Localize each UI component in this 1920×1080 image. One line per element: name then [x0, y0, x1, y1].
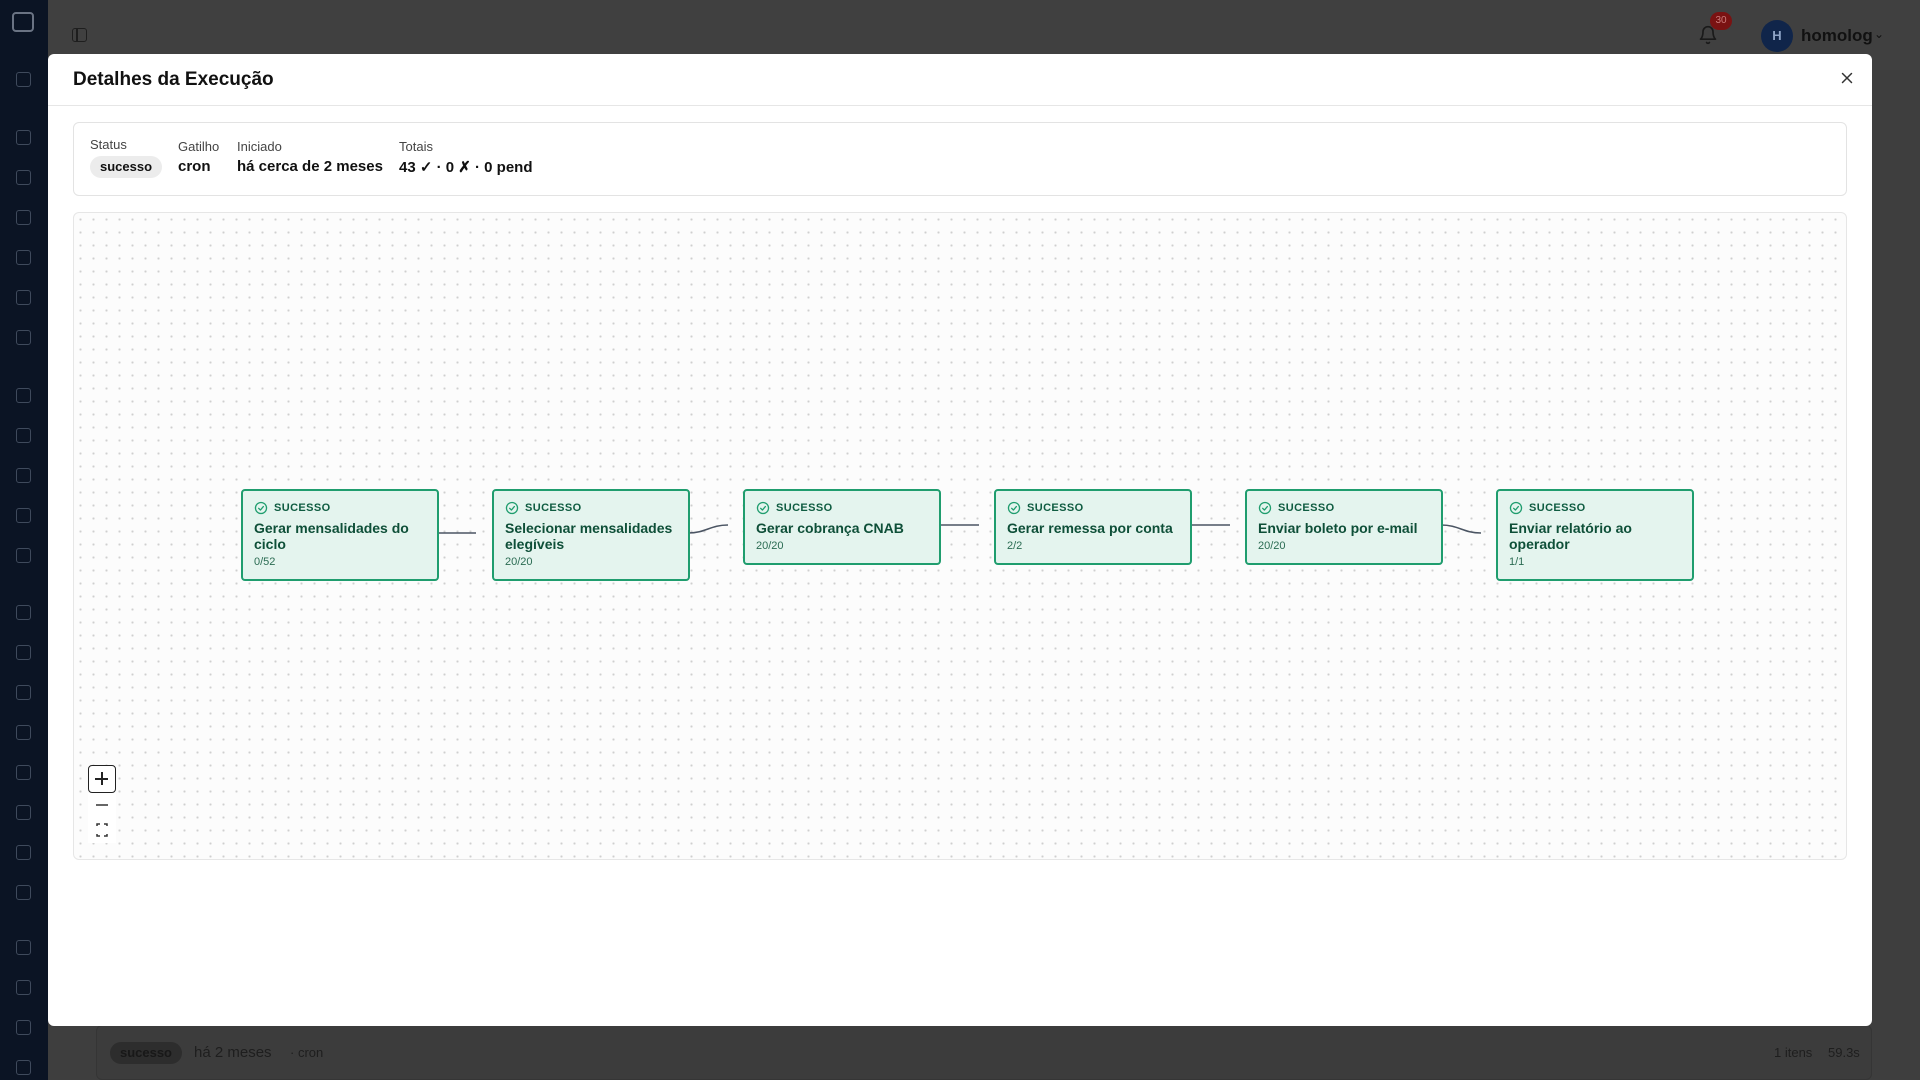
status-field: Status sucesso — [90, 137, 163, 178]
trigger-label: Gatilho — [178, 139, 220, 154]
node-status: SUCESSO — [1278, 502, 1335, 514]
workflow-node[interactable]: SUCESSO Enviar relatório ao operador 1/1 — [1496, 489, 1694, 581]
chevron-down-icon[interactable]: ⌄ — [1874, 27, 1884, 41]
document-icon[interactable] — [16, 508, 31, 523]
modal-title: Detalhes da Execução — [73, 69, 274, 90]
avatar[interactable]: H — [1761, 20, 1793, 52]
node-status: SUCESSO — [776, 502, 833, 514]
node-status: SUCESSO — [1027, 502, 1084, 514]
check-circle-icon — [1007, 501, 1021, 515]
nav-item-icon[interactable] — [16, 330, 31, 345]
wrench-icon[interactable] — [16, 685, 31, 700]
user-settings-icon[interactable] — [16, 548, 31, 563]
zoom-in-button[interactable] — [88, 765, 116, 793]
started-field: Iniciado há cerca de 2 meses — [237, 139, 383, 175]
sidebar-toggle-icon[interactable] — [72, 28, 87, 42]
check-circle-icon — [254, 501, 268, 515]
calendar-icon[interactable] — [16, 725, 31, 740]
trigger-value: cron — [178, 158, 211, 175]
node-status: SUCESSO — [1529, 502, 1586, 514]
fit-view-icon — [96, 823, 108, 837]
check-circle-icon — [1258, 501, 1272, 515]
node-title: Enviar boleto por e-mail — [1258, 520, 1418, 536]
nav-item-icon[interactable] — [16, 210, 31, 225]
modal-header: Detalhes da Execução — [48, 54, 1872, 106]
document-icon[interactable] — [16, 805, 31, 820]
node-count: 1/1 — [1509, 556, 1525, 568]
check-circle-icon — [1509, 501, 1523, 515]
execution-summary: Status sucesso Gatilho cron Iniciado há … — [73, 122, 1847, 196]
status-label: Status — [90, 137, 127, 152]
status-badge: sucesso — [90, 156, 163, 178]
node-title: Gerar mensalidades do ciclo — [254, 520, 409, 552]
execution-details-modal: Detalhes da Execução Status sucesso Gati… — [48, 54, 1872, 1026]
node-count: 20/20 — [505, 556, 533, 568]
started-time: há 2 meses — [194, 1044, 272, 1061]
node-title: Selecionar mensalidades elegíveis — [505, 520, 673, 552]
workflow-node[interactable]: SUCESSO Selecionar mensalidades elegívei… — [492, 489, 690, 581]
node-count: 0/52 — [254, 556, 276, 568]
workflow-canvas[interactable]: SUCESSO Gerar mensalidades do ciclo 0/52… — [73, 212, 1847, 860]
node-status: SUCESSO — [525, 502, 582, 514]
chart-icon[interactable] — [16, 605, 31, 620]
trend-icon[interactable] — [16, 130, 31, 145]
totals-value: 43 ✓ · 0 ✗ · 0 pend — [399, 159, 533, 176]
key-icon[interactable] — [16, 1020, 31, 1035]
workflow-node[interactable]: SUCESSO Gerar mensalidades do ciclo 0/52 — [241, 489, 439, 581]
started-label: Iniciado — [237, 139, 282, 154]
workflow-node[interactable]: SUCESSO Gerar cobrança CNAB 20/20 — [743, 489, 941, 565]
zoom-out-button[interactable] — [88, 793, 116, 817]
fit-view-button[interactable] — [88, 817, 116, 843]
printer-icon[interactable] — [16, 845, 31, 860]
clipboard-icon[interactable] — [16, 250, 31, 265]
close-icon[interactable] — [1838, 69, 1856, 87]
sidebar — [0, 0, 48, 1080]
home-icon[interactable] — [16, 72, 31, 87]
node-title: Gerar remessa por conta — [1007, 520, 1173, 536]
node-count: 2/2 — [1007, 540, 1023, 552]
duration: 59.3s — [1828, 1045, 1860, 1060]
workflow-edge — [1440, 524, 1482, 534]
document-icon[interactable] — [16, 1060, 31, 1075]
notification-badge[interactable]: 30 — [1710, 12, 1732, 30]
workflow-node[interactable]: SUCESSO Enviar boleto por e-mail 20/20 — [1245, 489, 1443, 565]
totals-label: Totais — [399, 139, 433, 154]
nav-item-icon[interactable] — [16, 170, 31, 185]
check-circle-icon — [756, 501, 770, 515]
node-status: SUCESSO — [274, 502, 331, 514]
trend-icon[interactable] — [16, 885, 31, 900]
started-value: há cerca de 2 meses — [237, 158, 383, 175]
workflow-edge — [687, 524, 729, 534]
app-logo-icon[interactable] — [12, 12, 34, 32]
totals-field: Totais 43 ✓ · 0 ✗ · 0 pend — [399, 139, 533, 176]
trigger-field: Gatilho cron — [178, 139, 219, 175]
nav-item-icon[interactable] — [16, 645, 31, 660]
document-icon[interactable] — [16, 468, 31, 483]
check-circle-icon — [505, 501, 519, 515]
user-name[interactable]: homolog — [1801, 26, 1873, 46]
node-title: Enviar relatório ao operador — [1509, 520, 1632, 552]
document-icon[interactable] — [16, 290, 31, 305]
user-icon[interactable] — [16, 388, 31, 403]
execution-row[interactable] — [96, 1025, 1872, 1080]
status-badge: sucesso — [110, 1042, 182, 1064]
trigger-text: · cron — [290, 1045, 324, 1060]
items-count: 1 itens — [1774, 1045, 1813, 1060]
lock-icon[interactable] — [16, 428, 31, 443]
node-count: 20/20 — [1258, 540, 1286, 552]
workflow-node[interactable]: SUCESSO Gerar remessa por conta 2/2 — [994, 489, 1192, 565]
grid-icon[interactable] — [16, 940, 31, 955]
calendar-icon[interactable] — [16, 980, 31, 995]
node-title: Gerar cobrança CNAB — [756, 520, 904, 536]
clipboard-icon[interactable] — [16, 765, 31, 780]
node-count: 20/20 — [756, 540, 784, 552]
